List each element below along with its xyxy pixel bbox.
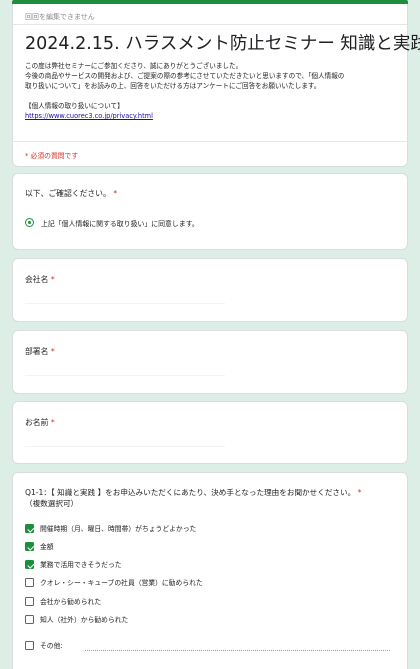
- header-divider: [13, 24, 407, 25]
- required-asterisk: *: [113, 189, 118, 198]
- option-label: 開催時期（月、曜日、時間帯）がちょうどよかった: [40, 525, 197, 533]
- required-asterisk: *: [357, 488, 362, 497]
- required-asterisk: *: [50, 275, 55, 284]
- checkbox-unchecked[interactable]: [25, 641, 34, 650]
- required-asterisk: *: [50, 418, 55, 427]
- description-line: この度は弊社セミナーにご参加くださり、誠にありがとうございました。: [25, 62, 243, 70]
- checkbox-checked[interactable]: [25, 542, 34, 551]
- option-label: 知人（社外）から勧められた: [40, 616, 129, 624]
- form-description: この度は弊社セミナーにご参加くださり、誠にありがとうございました。 今後の商品や…: [25, 61, 399, 121]
- question-card-name: お名前 *: [12, 401, 408, 464]
- checkbox-unchecked[interactable]: [25, 615, 34, 624]
- question-card-company: 会社名 *: [12, 258, 408, 322]
- question-card-q1-1: Q1-1：【 知識と実践 】をお申込みいただくにあたり、決め手となった理由をお聞…: [12, 472, 408, 669]
- privacy-link[interactable]: https://www.cuorec3.co.jp/privacy.html: [25, 112, 153, 120]
- other-text-input[interactable]: [85, 650, 390, 651]
- consent-radio[interactable]: [25, 218, 34, 227]
- question-label: 部署名 *: [25, 347, 55, 356]
- option-label: その他:: [40, 642, 63, 650]
- form-title: 2024.2.15. ハラスメント防止セミナー 知識と実践: [25, 34, 420, 54]
- description-line: 取り扱いについて」をお読みの上、回答をいただける方はアンケートにご回答をお願いい…: [25, 82, 321, 90]
- option-label: クオレ・シー・キューブの社員（営業）に勧められた: [40, 579, 203, 587]
- option-label: 業務で活用できそうだった: [40, 561, 122, 569]
- question-label: お名前 *: [25, 418, 55, 427]
- required-asterisk: *: [50, 347, 55, 356]
- checkbox-checked[interactable]: [25, 560, 34, 569]
- question-card-department: 部署名 *: [12, 330, 408, 394]
- name-input[interactable]: [25, 446, 225, 447]
- question-sublabel: （複数選択可）: [25, 499, 79, 508]
- option-label: 金額: [40, 543, 54, 551]
- question-label: 会社名 *: [25, 275, 55, 284]
- question-label: 以下、ご確認ください。 *: [25, 189, 118, 198]
- question-card-consent: 以下、ご確認ください。 * 上記「個人情報に関する取り扱い」に同意します。: [12, 173, 408, 250]
- consent-option-label[interactable]: 上記「個人情報に関する取り扱い」に同意します。: [41, 218, 199, 228]
- checkbox-checked[interactable]: [25, 524, 34, 533]
- description-line: 今後の商品やサービスの開発および、ご提案の際の参考にさせていただきたいと思います…: [25, 72, 345, 80]
- checkbox-option-other[interactable]: その他:: [25, 641, 395, 651]
- privacy-heading: 【個人情報の取り扱いについて】: [25, 102, 124, 110]
- company-input[interactable]: [25, 303, 225, 304]
- header-divider: [13, 141, 407, 142]
- checkbox-unchecked[interactable]: [25, 578, 34, 587]
- question-label: Q1-1：【 知識と実践 】をお申込みいただくにあたり、決め手となった理由をお聞…: [25, 488, 362, 508]
- department-input[interactable]: [25, 375, 225, 376]
- required-note: * 必須の質問です: [25, 152, 79, 160]
- option-label: 会社から勧められた: [40, 598, 102, 606]
- form-header-card: 回回を編集できません 2024.2.15. ハラスメント防止セミナー 知識と実践…: [12, 4, 420, 167]
- unsaved-notice: 回回を編集できません: [25, 13, 95, 21]
- checkbox-unchecked[interactable]: [25, 597, 34, 606]
